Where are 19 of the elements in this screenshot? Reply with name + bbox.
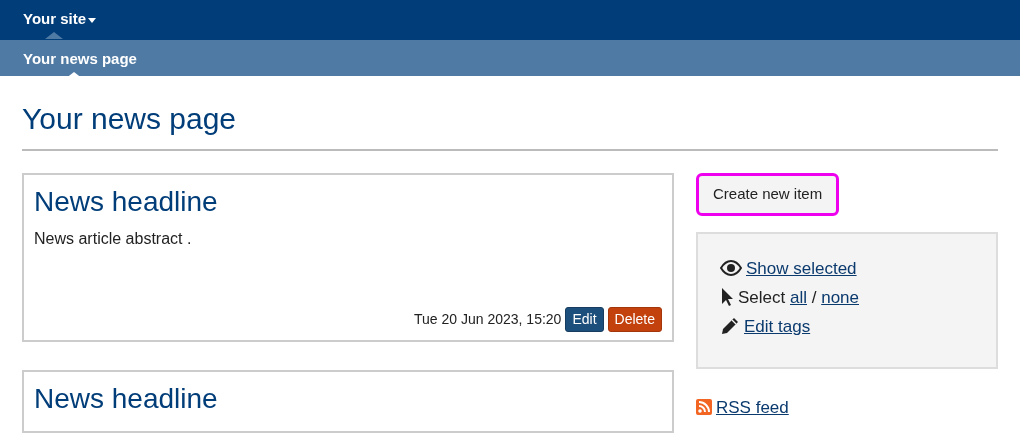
edit-button[interactable]: Edit xyxy=(565,306,604,332)
page-title: Your news page xyxy=(22,101,238,137)
create-button[interactable]: Create new item xyxy=(696,173,840,216)
rss-icon xyxy=(696,399,712,415)
article-headline[interactable]: News headline xyxy=(34,381,662,416)
rss-feed-link[interactable]: RSS feed xyxy=(716,392,789,422)
eye-icon xyxy=(720,260,742,276)
edit-tags-link[interactable]: Edit tags xyxy=(744,311,811,341)
article-date: Tue 20 Jun 2023, 15:20 xyxy=(414,309,562,329)
select-all-link[interactable]: all xyxy=(790,287,807,307)
cursor-icon xyxy=(720,287,734,307)
select-text: Select all / none xyxy=(738,286,859,309)
delete-button[interactable]: Delete xyxy=(607,306,662,332)
article-headline[interactable]: News headline xyxy=(34,185,662,219)
article-abstract: News article abstract . xyxy=(34,228,193,249)
breadcrumb-link[interactable]: Your news page xyxy=(23,40,137,78)
pencil-icon xyxy=(720,316,740,336)
show-selected-link[interactable]: Show selected xyxy=(746,253,857,283)
select-none-link[interactable]: none xyxy=(821,287,859,307)
